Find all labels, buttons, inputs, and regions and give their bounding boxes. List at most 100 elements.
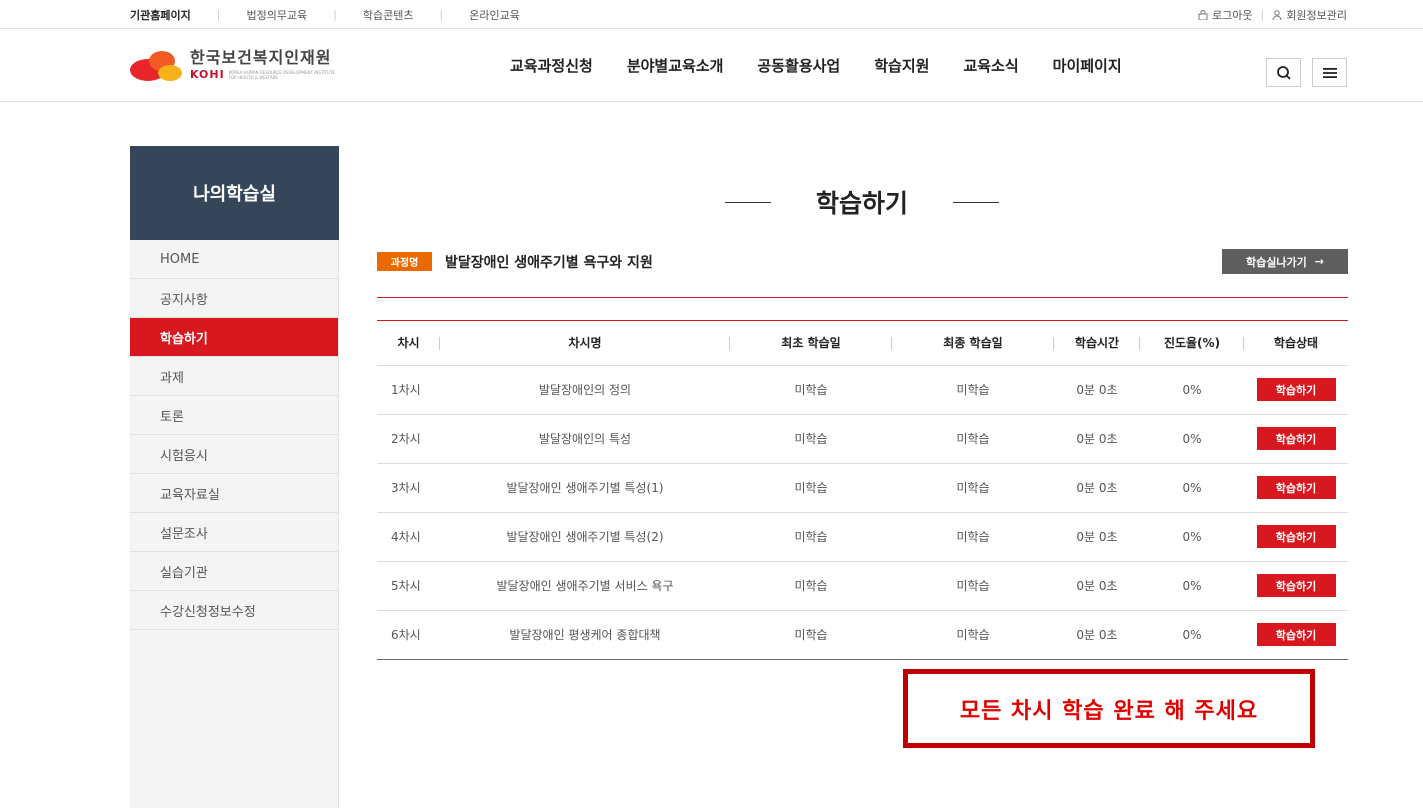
table-row: 1차시 발달장애인의 정의 미학습 미학습 0분 0초 0% 학습하기	[377, 365, 1348, 415]
nav-mypage[interactable]: 마이페이지	[1053, 55, 1122, 76]
lesson-table: 차시 차시명 최초 학습일 최종 학습일 학습시간 진도율(%) 학습상태 1차…	[377, 321, 1348, 660]
person-icon	[1272, 9, 1282, 20]
member-info-label: 회원정보관리	[1286, 8, 1347, 22]
cell-status: 학습하기	[1244, 414, 1348, 464]
cell-progress: 0%	[1140, 512, 1244, 562]
col-header-progress: 진도율(%)	[1140, 321, 1244, 366]
nav-learning-support[interactable]: 학습지원	[874, 55, 929, 76]
cell-no: 2차시	[377, 414, 440, 464]
sidebar-item-study[interactable]: 학습하기	[130, 318, 338, 357]
search-button[interactable]	[1266, 58, 1301, 87]
cell-progress: 0%	[1140, 414, 1244, 464]
table-row: 2차시 발달장애인의 특성 미학습 미학습 0분 0초 0% 학습하기	[377, 414, 1348, 464]
completion-notice: 모든 차시 학습 완료 해 주세요	[903, 669, 1315, 748]
util-link-agency-home[interactable]: 기관홈페이지	[130, 7, 191, 23]
cell-time: 0분 0초	[1054, 610, 1140, 660]
logo-mark-icon	[130, 51, 182, 81]
sidebar: 나의학습실 HOME 공지사항 학습하기 과제 토론 시험응시 교육자료실 설문…	[130, 146, 339, 808]
cell-name: 발달장애인 평생케어 종합대책	[440, 610, 730, 660]
cell-first-date: 미학습	[730, 561, 892, 611]
cell-status: 학습하기	[1244, 365, 1348, 415]
study-button[interactable]: 학습하기	[1256, 574, 1336, 597]
utility-right: 로그아웃 | 회원정보관리	[1198, 0, 1347, 29]
logo-name-en: KOHI	[190, 68, 225, 81]
table-header-row: 차시 차시명 최초 학습일 최종 학습일 학습시간 진도율(%) 학습상태	[377, 321, 1348, 366]
utility-links: 기관홈페이지 | 법정의무교육 | 학습콘텐츠 | 온라인교육	[130, 0, 520, 29]
cell-name: 발달장애인의 정의	[440, 365, 730, 415]
util-link-online-education[interactable]: 온라인교육	[469, 7, 520, 23]
cell-status: 학습하기	[1244, 610, 1348, 660]
cell-status: 학습하기	[1244, 561, 1348, 611]
cell-last-date: 미학습	[892, 610, 1054, 660]
divider: |	[216, 8, 221, 21]
cell-no: 1차시	[377, 365, 440, 415]
nav-joint-project[interactable]: 공동활용사업	[757, 55, 840, 76]
sidebar-item-practice-org[interactable]: 실습기관	[130, 552, 338, 591]
study-button[interactable]: 학습하기	[1256, 525, 1336, 548]
cell-first-date: 미학습	[730, 463, 892, 513]
site-logo[interactable]: 한국보건복지인재원 KOHI KOREA HUMAN RESOURCE DEVE…	[130, 48, 339, 82]
col-header-name: 차시명	[440, 321, 730, 366]
cell-name: 발달장애인 생애주기별 특성(2)	[440, 512, 730, 562]
table-row: 6차시 발달장애인 평생케어 종합대책 미학습 미학습 0분 0초 0% 학습하…	[377, 610, 1348, 660]
nav-course-apply[interactable]: 교육과정신청	[510, 55, 593, 76]
sidebar-item-notice[interactable]: 공지사항	[130, 279, 338, 318]
cell-first-date: 미학습	[730, 610, 892, 660]
sidebar-item-resources[interactable]: 교육자료실	[130, 474, 338, 513]
logout-link[interactable]: 로그아웃	[1198, 7, 1253, 23]
util-link-learning-contents[interactable]: 학습콘텐츠	[363, 7, 414, 23]
cell-progress: 0%	[1140, 365, 1244, 415]
cell-time: 0분 0초	[1054, 365, 1140, 415]
study-button[interactable]: 학습하기	[1256, 427, 1336, 450]
cell-no: 3차시	[377, 463, 440, 513]
cell-time: 0분 0초	[1054, 512, 1140, 562]
arrow-right-icon: →	[1314, 255, 1324, 268]
title-line-right	[952, 201, 999, 203]
sidebar-item-home[interactable]: HOME	[130, 240, 338, 279]
logo-text: 한국보건복지인재원 KOHI KOREA HUMAN RESOURCE DEVE…	[190, 48, 339, 82]
menu-button[interactable]	[1312, 58, 1347, 87]
sidebar-item-assignment[interactable]: 과제	[130, 357, 338, 396]
sidebar-item-discussion[interactable]: 토론	[130, 396, 338, 435]
nav-education-news[interactable]: 교육소식	[963, 55, 1018, 76]
course-info: 과정명 발달장애인 생애주기별 욕구와 지원 학습실나가기 →	[377, 249, 1348, 274]
study-button[interactable]: 학습하기	[1256, 476, 1336, 499]
sidebar-item-exam[interactable]: 시험응시	[130, 435, 338, 474]
table-row: 3차시 발달장애인 생애주기별 특성(1) 미학습 미학습 0분 0초 0% 학…	[377, 463, 1348, 513]
sidebar-menu: HOME 공지사항 학습하기 과제 토론 시험응시 교육자료실 설문조사 실습기…	[130, 240, 338, 630]
col-header-first-date: 최초 학습일	[730, 321, 892, 366]
cell-name: 발달장애인의 특성	[440, 414, 730, 464]
exit-study-room-button[interactable]: 학습실나가기 →	[1222, 249, 1348, 274]
col-header-status: 학습상태	[1244, 321, 1348, 366]
title-line-left	[725, 201, 771, 203]
page-title: 학습하기	[815, 189, 908, 218]
logo-name-ko: 한국보건복지인재원	[190, 48, 332, 67]
main-nav: 교육과정신청 분야별교육소개 공동활용사업 학습지원 교육소식 마이페이지	[510, 29, 1156, 102]
table-row: 4차시 발달장애인 생애주기별 특성(2) 미학습 미학습 0분 0초 0% 학…	[377, 512, 1348, 562]
sidebar-item-survey[interactable]: 설문조사	[130, 513, 338, 552]
cell-last-date: 미학습	[892, 414, 1054, 464]
col-header-study-time: 학습시간	[1054, 321, 1140, 366]
sidebar-item-enrollment-edit[interactable]: 수강신청정보수정	[130, 591, 338, 630]
cell-first-date: 미학습	[730, 512, 892, 562]
cell-time: 0분 0초	[1054, 561, 1140, 611]
cell-time: 0분 0초	[1054, 463, 1140, 513]
cell-last-date: 미학습	[892, 365, 1054, 415]
cell-no: 4차시	[377, 512, 440, 562]
cell-progress: 0%	[1140, 463, 1244, 513]
cell-status: 학습하기	[1244, 512, 1348, 562]
course-name: 발달장애인 생애주기별 욕구와 지원	[445, 254, 653, 271]
util-link-mandatory-education[interactable]: 법정의무교육	[246, 7, 307, 23]
divider: |	[333, 8, 337, 21]
study-button[interactable]: 학습하기	[1256, 378, 1336, 401]
study-button[interactable]: 학습하기	[1256, 623, 1336, 646]
hamburger-menu-icon	[1322, 67, 1337, 78]
page-title-block: 학습하기	[725, 180, 999, 224]
member-info-link[interactable]: 회원정보관리	[1272, 7, 1347, 23]
exit-label: 학습실나가기	[1246, 255, 1307, 269]
cell-no: 6차시	[377, 610, 440, 660]
cell-last-date: 미학습	[892, 463, 1054, 513]
nav-field-intro[interactable]: 분야별교육소개	[627, 55, 724, 76]
cell-first-date: 미학습	[730, 365, 892, 415]
logo-subtitle: KOREA HUMAN RESOURCE DEVELOPMENT INSTITU…	[228, 69, 335, 80]
